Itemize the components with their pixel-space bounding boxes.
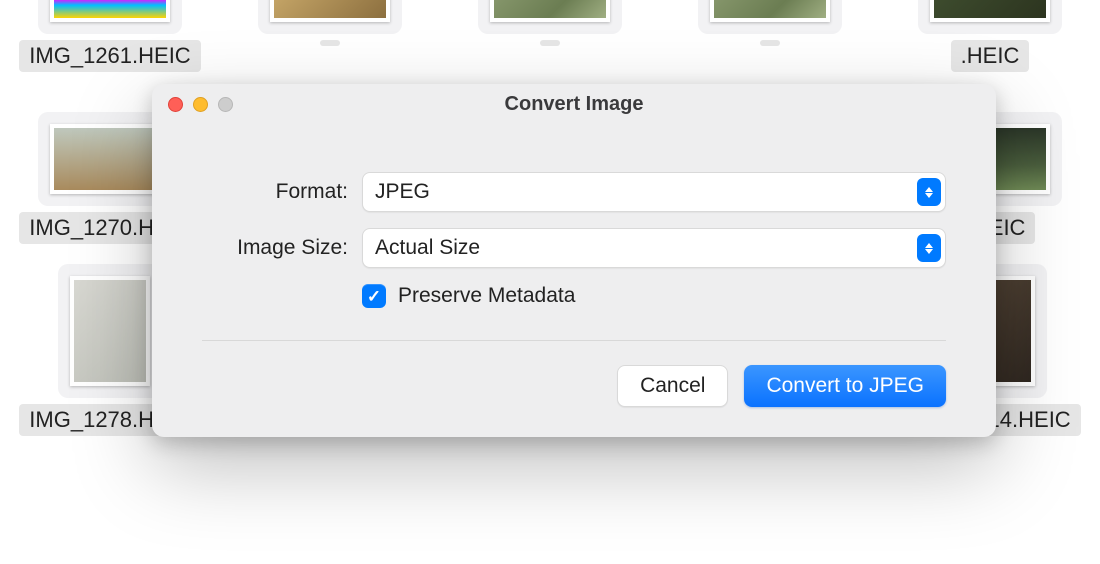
maximize-window-button xyxy=(218,97,233,112)
file-thumb xyxy=(270,0,390,22)
preserve-metadata-row: ✓ Preserve Metadata xyxy=(202,284,946,308)
file-row: IMG_1261.HEIC .HEIC xyxy=(20,0,1080,72)
divider xyxy=(202,340,946,341)
preserve-metadata-checkbox[interactable]: ✓ xyxy=(362,284,386,308)
file-label: .HEIC xyxy=(951,40,1030,72)
file-thumb xyxy=(930,0,1050,22)
file-thumb xyxy=(710,0,830,22)
format-select[interactable]: JPEG xyxy=(362,172,946,212)
file-thumb-frame xyxy=(918,0,1062,34)
cancel-button[interactable]: Cancel xyxy=(617,365,728,407)
convert-button[interactable]: Convert to JPEG xyxy=(744,365,946,407)
file-thumb xyxy=(490,0,610,22)
file-label xyxy=(760,40,780,46)
dialog-form: Format: JPEG Image Size: Actual Size xyxy=(152,124,996,308)
format-label: Format: xyxy=(202,180,362,204)
format-select-value: JPEG xyxy=(375,180,430,204)
file-thumb-frame xyxy=(58,264,162,398)
file-thumb-frame xyxy=(38,0,182,34)
file-thumb-frame xyxy=(478,0,622,34)
file-item[interactable]: IMG_1261.HEIC xyxy=(20,0,200,72)
dialog-titlebar: Convert Image xyxy=(152,84,996,124)
file-item[interactable] xyxy=(680,0,860,72)
chevron-up-down-icon xyxy=(917,234,941,262)
file-label xyxy=(540,40,560,46)
dialog-title: Convert Image xyxy=(152,93,996,116)
file-label: IMG_1261.HEIC xyxy=(19,40,200,72)
file-item[interactable] xyxy=(460,0,640,72)
checkmark-icon: ✓ xyxy=(367,288,381,305)
file-item[interactable] xyxy=(240,0,420,72)
image-size-label: Image Size: xyxy=(202,236,362,260)
image-size-select[interactable]: Actual Size xyxy=(362,228,946,268)
file-thumb xyxy=(50,0,170,22)
format-row: Format: JPEG xyxy=(202,172,946,212)
file-thumb-frame xyxy=(698,0,842,34)
image-size-row: Image Size: Actual Size xyxy=(202,228,946,268)
convert-image-dialog: Convert Image Format: JPEG Image Size: A… xyxy=(152,84,996,437)
image-size-select-value: Actual Size xyxy=(375,236,480,260)
file-item[interactable]: .HEIC xyxy=(900,0,1080,72)
file-label xyxy=(320,40,340,46)
file-thumb-frame xyxy=(258,0,402,34)
minimize-window-button[interactable] xyxy=(193,97,208,112)
file-thumb xyxy=(70,276,150,386)
close-window-button[interactable] xyxy=(168,97,183,112)
chevron-up-down-icon xyxy=(917,178,941,206)
dialog-buttons: Cancel Convert to JPEG xyxy=(152,365,996,407)
preserve-metadata-label: Preserve Metadata xyxy=(398,284,575,308)
window-controls xyxy=(152,97,233,112)
